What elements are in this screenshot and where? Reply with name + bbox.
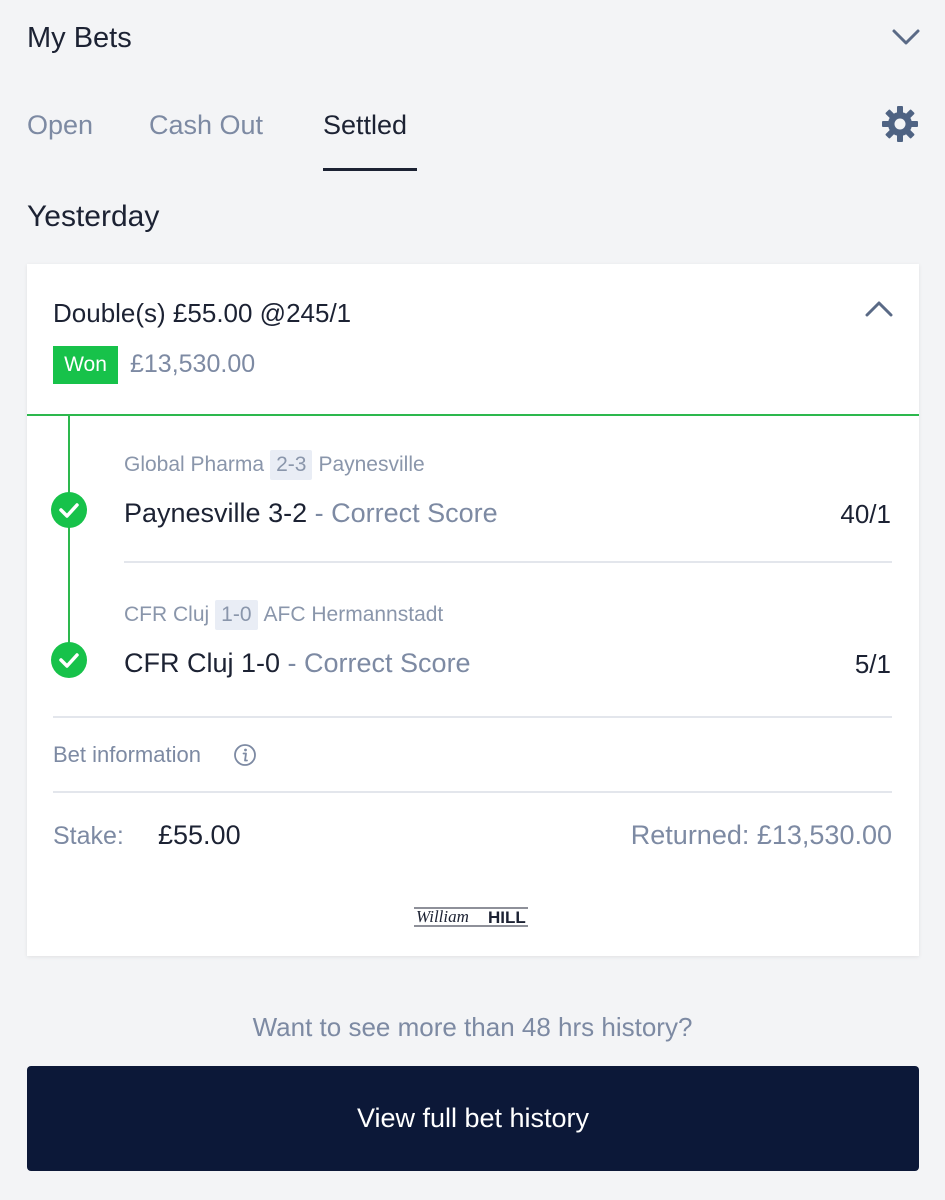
section-divider [53, 791, 892, 793]
bet-card: Double(s) £55.00 @245/1 Won £13,530.00 G… [27, 264, 919, 956]
leg-selection: Paynesville 3-2 - Correct Score [124, 498, 498, 529]
home-team: Global Pharma [124, 453, 265, 476]
history-prompt: Want to see more than 48 hrs history? [252, 1012, 693, 1042]
active-tab-indicator [323, 168, 417, 171]
selection-name: Paynesville 3-2 [124, 498, 308, 528]
market-name: - Correct Score [280, 648, 471, 678]
match-score: 2-3 [270, 450, 313, 480]
chevron-up-icon[interactable] [861, 294, 897, 324]
check-icon [51, 492, 87, 528]
bet-heading: Double(s) £55.00 @245/1 [53, 298, 352, 328]
selection-name: CFR Cluj 1-0 [124, 648, 281, 678]
market-name: - Correct Score [307, 498, 498, 528]
leg-match-info: Global Pharma 2-3 Paynesville [124, 450, 425, 480]
section-title: Yesterday [27, 200, 160, 233]
svg-text:HILL: HILL [488, 908, 526, 927]
my-bets-page: My Bets Open Cash Out Settled Yesterday … [0, 0, 945, 1200]
svg-text:William: William [416, 907, 469, 926]
won-amount: £13,530.00 [130, 350, 256, 378]
leg-divider [124, 561, 892, 563]
gear-icon[interactable] [880, 104, 920, 144]
william-hill-logo: William HILL [414, 907, 528, 927]
away-team: Paynesville [318, 453, 425, 476]
tab-cash-out[interactable]: Cash Out [149, 110, 263, 141]
match-score: 1-0 [215, 600, 258, 630]
leg-match-info: CFR Cluj 1-0 AFC Hermannstadt [124, 600, 443, 630]
bet-tabs: Open Cash Out Settled [0, 100, 945, 180]
status-divider [27, 414, 919, 416]
leg-odds: 5/1 [854, 649, 891, 679]
info-icon[interactable] [233, 743, 257, 767]
chevron-down-icon[interactable] [888, 22, 924, 52]
returned-amount: Returned: £13,530.00 [630, 820, 892, 850]
bet-information-link[interactable]: Bet information [53, 742, 201, 768]
status-badge: Won [53, 346, 118, 384]
page-title: My Bets [27, 22, 132, 54]
home-team: CFR Cluj [124, 603, 210, 626]
tab-settled[interactable]: Settled [323, 110, 407, 141]
stake-value: £55.00 [158, 820, 241, 850]
stake-label: Stake: [53, 822, 124, 850]
leg-odds: 40/1 [840, 499, 891, 529]
section-divider [53, 716, 892, 718]
header: My Bets [0, 0, 945, 80]
leg-selection: CFR Cluj 1-0 - Correct Score [124, 648, 471, 679]
legs-connector-line [68, 416, 70, 660]
tab-open[interactable]: Open [27, 110, 93, 141]
view-full-bet-history-button[interactable]: View full bet history [27, 1066, 919, 1171]
check-icon [51, 642, 87, 678]
away-team: AFC Hermannstadt [263, 603, 444, 626]
